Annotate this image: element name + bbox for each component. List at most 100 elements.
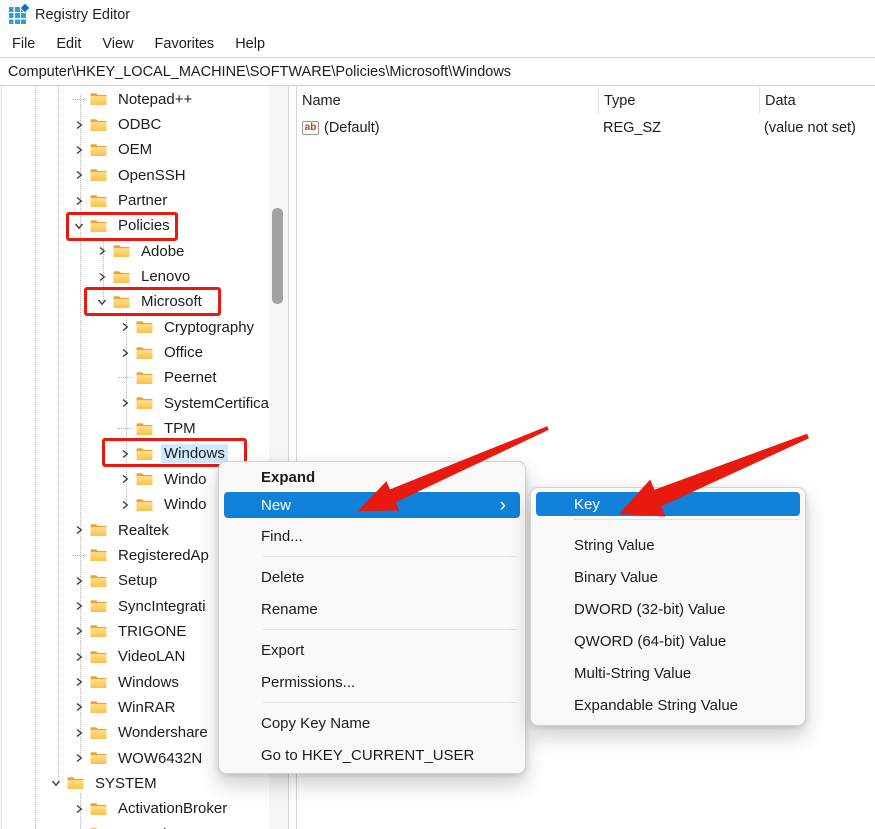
menu-item-expand[interactable]: Expand — [219, 464, 525, 490]
column-header-name[interactable]: Name — [297, 87, 598, 114]
tree-item-openssh[interactable]: OpenSSH — [0, 163, 290, 188]
tree-item-label: Notepad++ — [118, 90, 193, 108]
tree-scrollbar-thumb[interactable] — [272, 208, 283, 304]
chevron-right-icon[interactable] — [72, 624, 86, 638]
folder-icon — [90, 168, 107, 182]
tree-item-activationbroker[interactable]: ActivationBroker — [0, 796, 290, 821]
value-type: REG_SZ — [603, 119, 662, 136]
folder-icon — [90, 751, 107, 765]
chevron-right-icon[interactable] — [72, 523, 86, 537]
tree-item-label: TPM — [164, 420, 196, 438]
tree-item-peernet[interactable]: Peernet — [0, 365, 290, 390]
menubar-item-edit[interactable]: Edit — [56, 36, 81, 52]
chevron-right-icon[interactable] — [72, 118, 86, 132]
menu-item-dword-32-bit-value[interactable]: DWORD (32-bit) Value — [531, 593, 805, 625]
menu-item-label: Export — [261, 641, 305, 659]
value-name: (Default) — [324, 119, 380, 136]
menu-item-label: Delete — [261, 568, 305, 586]
folder-icon — [90, 599, 107, 613]
menu-item-string-value[interactable]: String Value — [531, 529, 805, 561]
chevron-right-icon[interactable] — [72, 194, 86, 208]
tree-item-label: Adobe — [141, 242, 185, 260]
chevron-right-icon[interactable] — [118, 472, 132, 486]
chevron-right-icon[interactable] — [118, 498, 132, 512]
folder-icon — [90, 574, 107, 588]
tree-connector — [118, 377, 132, 379]
menubar-item-help[interactable]: Help — [235, 36, 265, 52]
tree-item-lenovo[interactable]: Lenovo — [0, 264, 290, 289]
menu-item-binary-value[interactable]: Binary Value — [531, 561, 805, 593]
menu-item-rename[interactable]: Rename — [219, 593, 525, 625]
tree-item-adobe[interactable]: Adobe — [0, 239, 290, 264]
chevron-down-icon[interactable] — [49, 776, 63, 790]
menu-item-label: Find... — [261, 527, 303, 545]
menu-item-qword-64-bit-value[interactable]: QWORD (64-bit) Value — [531, 625, 805, 657]
menubar-item-favorites[interactable]: Favorites — [155, 36, 215, 52]
tree-item-label: Cryptography — [164, 318, 255, 336]
folder-icon — [90, 194, 107, 208]
chevron-right-icon[interactable] — [72, 143, 86, 157]
tree-item-label: TRIGONE — [118, 622, 187, 640]
chevron-right-icon[interactable] — [118, 396, 132, 410]
menu-item-label: Key — [574, 495, 600, 513]
tree-item-label: Windo — [164, 496, 207, 514]
menu-item-export[interactable]: Export — [219, 634, 525, 666]
menu-item-go-to-hkey-current-user[interactable]: Go to HKEY_CURRENT_USER — [219, 739, 525, 771]
tree-item-label: Lenovo — [141, 268, 191, 286]
menu-item-copy-key-name[interactable]: Copy Key Name — [219, 707, 525, 739]
chevron-right-icon[interactable] — [72, 574, 86, 588]
tree-item-label: RegisteredAp — [118, 546, 209, 564]
tree-connector — [118, 428, 132, 430]
folder-icon — [136, 320, 153, 334]
tree-item-oem[interactable]: OEM — [0, 137, 290, 162]
menu-bar: File Edit View Favorites Help — [0, 30, 875, 57]
chevron-right-icon[interactable] — [118, 320, 132, 334]
tree-item-odbc[interactable]: ODBC — [0, 112, 290, 137]
folder-icon — [90, 523, 107, 537]
folder-icon — [90, 143, 107, 157]
folder-icon — [136, 472, 153, 486]
menu-item-label: String Value — [574, 536, 655, 554]
column-header-type[interactable]: Type — [598, 87, 759, 114]
menu-item-label: Rename — [261, 600, 318, 618]
chevron-right-icon[interactable] — [72, 599, 86, 613]
chevron-right-icon[interactable] — [72, 802, 86, 816]
menu-item-expandable-string-value[interactable]: Expandable String Value — [531, 689, 805, 721]
registry-editor-app-icon — [9, 7, 26, 24]
annotation-box-microsoft — [84, 287, 221, 316]
chevron-right-icon[interactable] — [72, 650, 86, 664]
address-bar[interactable]: Computer\HKEY_LOCAL_MACHINE\SOFTWARE\Pol… — [0, 57, 875, 86]
menu-item-permissions[interactable]: Permissions... — [219, 666, 525, 698]
menu-item-find[interactable]: Find... — [219, 520, 525, 552]
menu-item-label: Copy Key Name — [261, 714, 371, 732]
column-header-data[interactable]: Data — [759, 87, 875, 114]
chevron-right-icon[interactable] — [72, 751, 86, 765]
tree-item-system[interactable]: SYSTEM — [0, 771, 290, 796]
tree-item-notepad[interactable]: Notepad++ — [0, 87, 290, 112]
title-bar: Registry Editor — [0, 0, 875, 30]
chevron-right-icon[interactable] — [118, 346, 132, 360]
tree-item-label: Windo — [164, 470, 207, 488]
chevron-right-icon[interactable] — [95, 244, 109, 258]
tree-item-label: Setup — [118, 572, 158, 590]
value-row-default[interactable]: (Default) REG_SZ (value not set) — [297, 114, 875, 141]
tree-item-controlset001[interactable]: ControlSet001 — [0, 821, 290, 829]
menu-item-delete[interactable]: Delete — [219, 561, 525, 593]
chevron-right-icon[interactable] — [72, 675, 86, 689]
chevron-right-icon[interactable] — [72, 726, 86, 740]
registry-editor-window: Registry Editor File Edit View Favorites Hel… — [0, 0, 875, 829]
menu-item-multi-string-value[interactable]: Multi-String Value — [531, 657, 805, 689]
chevron-right-icon[interactable] — [72, 700, 86, 714]
folder-icon — [90, 624, 107, 638]
menu-item-key[interactable]: Key — [536, 492, 800, 516]
chevron-right-icon[interactable] — [72, 168, 86, 182]
menubar-item-view[interactable]: View — [102, 36, 133, 52]
tree-item-cryptography[interactable]: Cryptography — [0, 315, 290, 340]
tree-item-office[interactable]: Office — [0, 340, 290, 365]
menu-separator — [263, 629, 517, 630]
menubar-item-file[interactable]: File — [12, 36, 35, 52]
tree-item-systemcertifica[interactable]: SystemCertifica — [0, 391, 290, 416]
menu-item-new[interactable]: New — [224, 492, 520, 518]
tree-item-partner[interactable]: Partner — [0, 188, 290, 213]
chevron-right-icon[interactable] — [95, 270, 109, 284]
